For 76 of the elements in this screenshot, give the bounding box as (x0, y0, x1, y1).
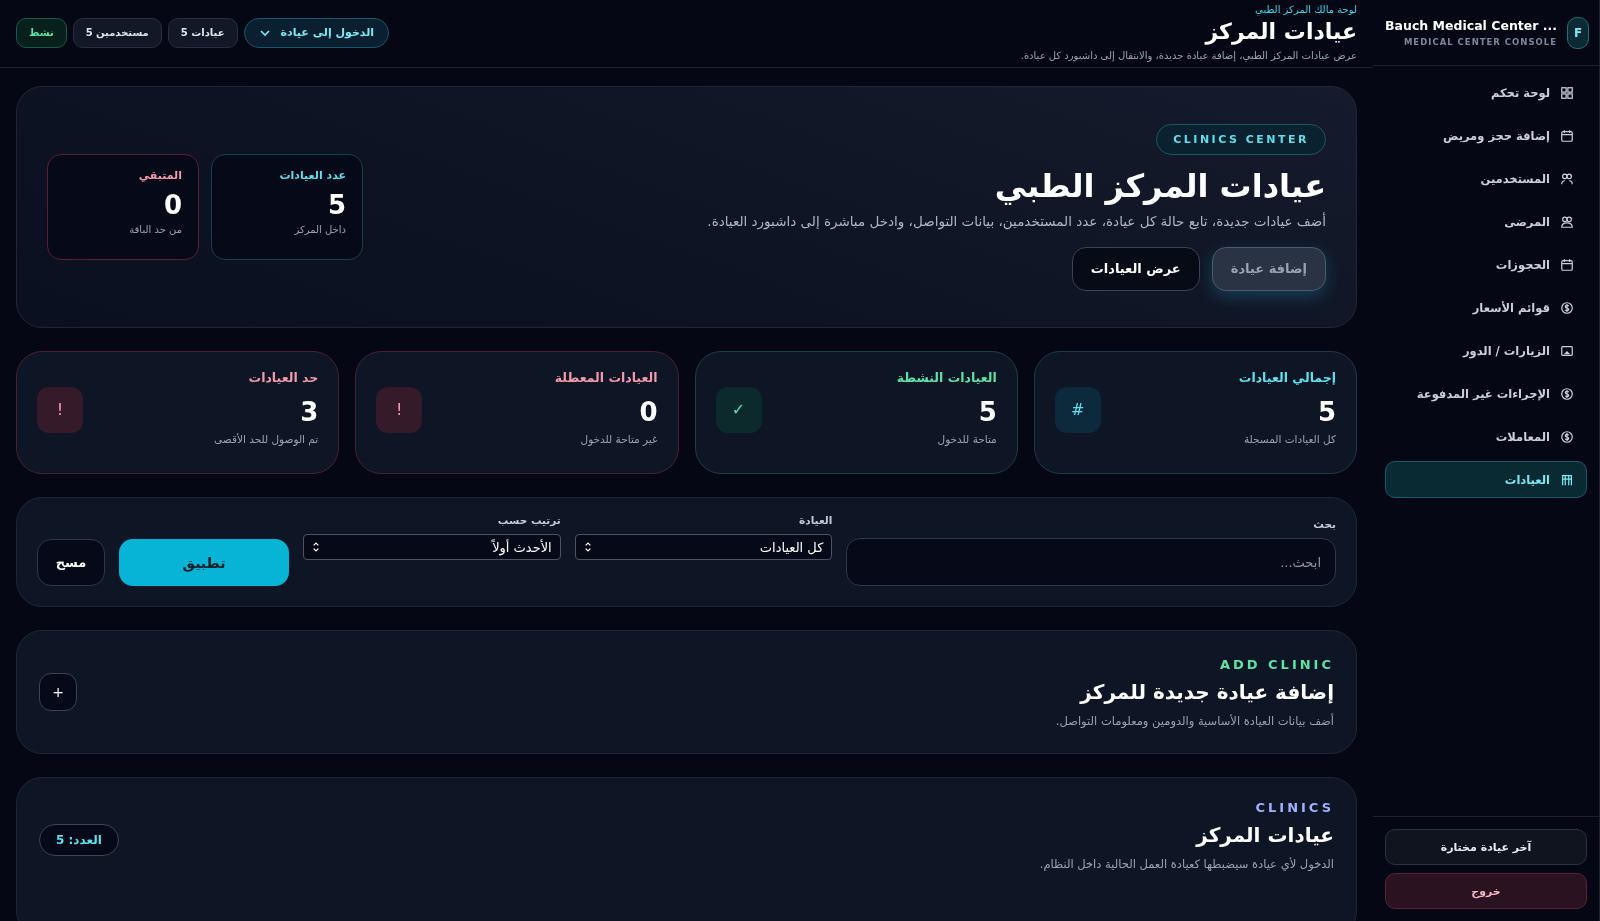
sidebar-item[interactable]: قوائم الأسعار (1385, 289, 1587, 326)
last-clinic-button[interactable]: آخر عيادة مختارة (1385, 829, 1587, 865)
stat-title: العيادات المعطلة (554, 370, 658, 385)
section-eyebrow: ADD CLINIC (1218, 656, 1334, 672)
stat-title: العيادات النشطة (896, 370, 997, 385)
sidebar-item[interactable]: إضافة حجز ومريض (1385, 117, 1587, 154)
field-label: العيادة (798, 514, 833, 526)
sidebar-subtitle: MEDICAL CENTER CONSOLE (1403, 37, 1557, 47)
stat-value: 0 (163, 190, 182, 220)
up-down-icon (583, 541, 592, 553)
count-badge: العدد: 5 (39, 824, 119, 856)
sidebar-item[interactable]: الإجراءات غير المدفوعة (1385, 375, 1587, 412)
stat-value: 3 (300, 397, 319, 427)
page-title: عيادات المركز (1205, 19, 1357, 44)
expand-button[interactable]: + (39, 673, 77, 711)
stat-note: غير متاحة للدخول (580, 433, 658, 445)
stat-label: المتبقي (138, 169, 182, 182)
stat-title: إجمالي العيادات (1238, 370, 1336, 385)
stat-value: 5 (978, 397, 997, 427)
user-icon (1560, 214, 1574, 229)
building-icon (1560, 472, 1574, 487)
section-description: أضف بيانات العيادة الأساسية والدومين ومعلومات التواصل. (1055, 713, 1334, 728)
dollar-coin-icon (1560, 429, 1574, 444)
search-field[interactable]: ابحث... (846, 538, 1336, 586)
hero-description: أضف عيادات جديدة، تابع حالة كل عيادة، عدد المستخدمين، بيانات التواصل، وادخل مباشرة إلى داشبورد العيادة. (707, 212, 1326, 229)
enter-clinic-dropdown[interactable]: الدخول إلى عيادة (243, 17, 390, 48)
logout-button[interactable]: خروج (1385, 873, 1587, 909)
sidebar-item[interactable]: الحجوزات (1385, 246, 1587, 283)
calendar-icon (1560, 128, 1574, 143)
clear-button[interactable]: مسح (37, 539, 105, 586)
section-badge: CLINICS CENTER (1156, 123, 1326, 155)
calendar-icon (1560, 257, 1574, 272)
avatar: F (1567, 16, 1589, 49)
section-title: عيادات المركز (1194, 823, 1334, 847)
dollar-coin-icon (1560, 386, 1574, 401)
status-chip: عيادات 5 (167, 17, 238, 48)
section-description: الدخول لأي عيادة سيضبطها كعيادة العمل الحالية داخل النظام. (1039, 857, 1334, 871)
sidebar-item[interactable]: العيادات (1385, 461, 1587, 498)
check-icon: ✓ (715, 386, 762, 433)
page-subtitle: عرض عيادات المركز الطبي، إضافة عيادة جديدة، والانتقال إلى داشبورد كل عيادة. (1020, 50, 1357, 61)
sidebar-item[interactable]: المعاملات (1385, 418, 1587, 455)
hero-title: عيادات المركز الطبي (994, 166, 1326, 205)
stat-value: 0 (639, 397, 658, 427)
sidebar-title: Bauch Medical Center ... (1385, 18, 1557, 33)
page-eyebrow: لوحة مالك المركز الطبي (1255, 4, 1357, 15)
stat-note: تم الوصول للحد الأقصى (214, 433, 319, 445)
apply-button[interactable]: تطبيق (119, 539, 289, 586)
stat-note: من حد الباقة (129, 224, 182, 235)
dollar-coin-icon (1560, 300, 1574, 315)
users-icon (1560, 171, 1574, 186)
stat-note: كل العيادات المسجلة (1243, 433, 1336, 445)
stat-value: 5 (1317, 397, 1336, 427)
field-label: بحث (1312, 518, 1336, 530)
stat-label: عدد العيادات (279, 169, 346, 182)
up-down-icon (312, 541, 320, 553)
stat-note: متاحة للدخول (937, 433, 997, 445)
alert-icon: ! (37, 386, 83, 433)
sidebar-item[interactable]: المستخدمين (1385, 160, 1587, 197)
sidebar-item[interactable]: لوحة تحكم (1385, 74, 1587, 111)
hash-icon: # (1054, 386, 1101, 433)
view-clinics-button[interactable]: عرض العيادات (1071, 246, 1200, 291)
status-chip: مستخدمين 5 (72, 17, 162, 48)
select-field[interactable]: الأحدث أولاً (303, 534, 561, 560)
status-chip: نشط (16, 17, 67, 48)
section-eyebrow: CLINICS (1254, 800, 1334, 815)
stat-title: حد العيادات (248, 370, 319, 385)
sidebar-item[interactable]: الزيارات / الدور (1385, 332, 1587, 369)
sidebar-item[interactable]: المرضى (1385, 203, 1587, 240)
image-icon (1560, 343, 1574, 358)
select-field[interactable]: كل العيادات (574, 534, 833, 560)
stat-value: 5 (327, 190, 346, 220)
field-label: ترتيب حسب (496, 514, 561, 526)
grid-icon (1560, 85, 1574, 100)
stat-note: داخل المركز (294, 224, 346, 235)
alert-icon: ! (376, 386, 423, 433)
section-title: إضافة عيادة جديدة للمركز (1078, 679, 1334, 704)
